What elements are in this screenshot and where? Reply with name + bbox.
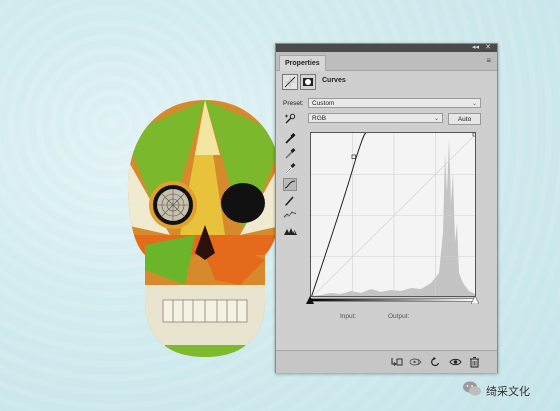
- panel-menu-icon[interactable]: ≡: [486, 57, 491, 65]
- gray-point-eyedropper-icon[interactable]: [283, 147, 297, 160]
- tab-properties[interactable]: Properties: [279, 55, 326, 71]
- channel-dropdown[interactable]: RGB ⌄: [308, 113, 443, 123]
- view-previous-icon[interactable]: [409, 356, 422, 368]
- black-point-eyedropper-icon[interactable]: [283, 132, 297, 145]
- trash-icon[interactable]: [468, 356, 481, 368]
- black-point-slider[interactable]: [306, 296, 314, 304]
- panel-tab-row: Properties ≡: [276, 52, 497, 71]
- clip-to-layer-icon[interactable]: [390, 356, 403, 368]
- white-point-eyedropper-icon[interactable]: [283, 162, 297, 175]
- clipping-warning-icon[interactable]: [283, 224, 297, 237]
- panel-bottom-bar: [276, 350, 497, 373]
- curves-graph[interactable]: [310, 132, 476, 297]
- layer-mask-icon[interactable]: [300, 74, 316, 90]
- input-label: Input:: [340, 313, 357, 320]
- adjustment-title: Curves: [322, 77, 346, 84]
- curve-line: [311, 133, 367, 296]
- chevron-down-icon: ⌄: [433, 116, 439, 122]
- watermark-text: 绮采文化: [486, 385, 530, 398]
- skull-artwork: [127, 100, 283, 357]
- properties-panel: ◂◂ ✕ Properties ≡ Curves Preset: Custom …: [275, 43, 498, 373]
- wechat-logo-icon: [463, 381, 481, 396]
- preset-dropdown[interactable]: Custom ⌄: [308, 98, 481, 108]
- panel-title-bar[interactable]: ◂◂ ✕: [276, 44, 497, 52]
- preset-label: Preset:: [283, 100, 304, 107]
- collapse-icon[interactable]: ◂◂: [472, 44, 479, 52]
- pencil-icon[interactable]: [283, 194, 297, 207]
- output-label: Output:: [388, 313, 410, 320]
- input-gradient-bar: [310, 298, 476, 302]
- sample-in-image-icon[interactable]: [283, 112, 297, 125]
- channel-value: RGB: [312, 115, 327, 122]
- chevron-down-icon: ⌄: [471, 101, 477, 107]
- preset-value: Custom: [312, 100, 335, 107]
- auto-button[interactable]: Auto: [448, 113, 481, 125]
- smooth-icon[interactable]: [283, 208, 297, 221]
- close-icon[interactable]: ✕: [485, 44, 491, 52]
- reset-icon[interactable]: [429, 356, 442, 368]
- curves-adjustment-icon[interactable]: [282, 74, 298, 90]
- visibility-icon[interactable]: [449, 356, 462, 368]
- edit-points-icon[interactable]: [283, 178, 297, 191]
- curve-control-point: [351, 154, 356, 159]
- white-point-slider[interactable]: [471, 296, 479, 304]
